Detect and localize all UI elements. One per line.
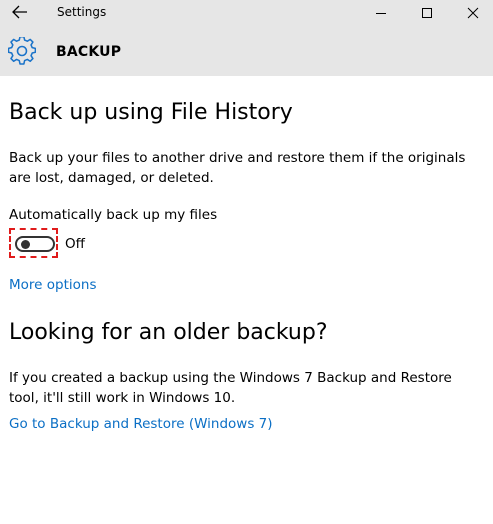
gear-icon [7,35,37,65]
backup-restore-link[interactable]: Go to Backup and Restore (Windows 7) [9,416,273,432]
minimize-icon [375,4,387,23]
page-title: BACKUP [56,44,122,60]
toggle-highlight-box [9,228,58,258]
older-backup-heading: Looking for an older backup? [9,320,328,345]
maximize-icon [421,4,433,23]
maximize-button[interactable] [404,0,450,26]
page-header: BACKUP [0,30,493,74]
more-options-link[interactable]: More options [9,277,96,293]
title-bar: Settings [0,0,493,26]
back-arrow-icon [12,4,28,23]
window-chrome: Settings BACKUP [0,0,493,76]
auto-backup-toggle[interactable] [15,236,55,252]
toggle-knob [21,240,30,249]
auto-backup-label: Automatically back up my files [9,207,218,223]
back-button[interactable] [6,0,34,26]
auto-backup-state: Off [65,236,85,252]
settings-window: Settings BACKUP Back up using File Histo… [0,0,493,524]
close-button[interactable] [450,0,493,26]
file-history-description: Back up your files to another drive and … [9,150,466,186]
older-backup-description: If you created a backup using the Window… [9,370,452,406]
window-title: Settings [57,5,107,19]
minimize-button[interactable] [358,0,404,26]
close-icon [467,4,479,23]
file-history-heading: Back up using File History [9,100,293,125]
